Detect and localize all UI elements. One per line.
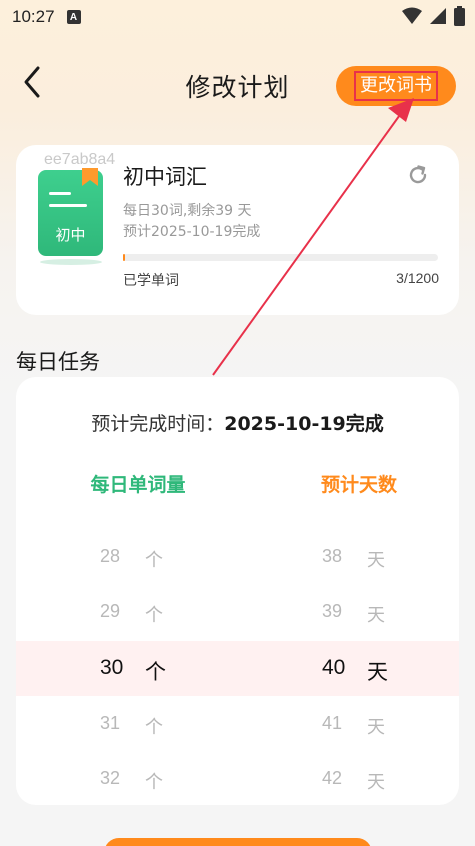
words-value: 32	[100, 768, 121, 788]
finish-info: 预计2025-10-19完成	[123, 224, 261, 240]
picker-row[interactable]: 32 个 42 天	[16, 752, 459, 805]
watermark-text: ee7ab8a4	[44, 151, 116, 168]
word-unit: 个	[145, 605, 163, 626]
day-unit: 天	[367, 717, 385, 738]
change-book-button[interactable]: 更改词书	[336, 66, 456, 106]
words-per-day-header: 每日单词量	[90, 474, 186, 496]
cover-text: 初中	[55, 226, 86, 244]
day-unit: 天	[367, 550, 385, 571]
word-unit: 个	[145, 660, 166, 684]
day-unit: 天	[367, 660, 388, 684]
bookmark-icon	[82, 168, 98, 186]
progress-bar	[123, 254, 438, 261]
status-bar: 10:27 A	[0, 0, 475, 34]
cover-line	[49, 192, 71, 195]
words-value: 28	[100, 546, 121, 566]
word-unit: 个	[145, 550, 163, 571]
word-unit: 个	[145, 772, 163, 793]
battery-icon	[454, 6, 465, 26]
cover-line	[49, 204, 87, 207]
section-title-daily-task: 每日任务	[16, 350, 100, 374]
refresh-icon[interactable]	[406, 163, 430, 187]
days-value: 39	[322, 601, 343, 621]
day-unit: 天	[367, 772, 385, 793]
picker-row[interactable]: 31 个 41 天	[16, 697, 459, 752]
change-book-label: 更改词书	[354, 71, 438, 101]
progress-fill	[123, 254, 125, 261]
words-value: 29	[100, 601, 121, 621]
daily-task-card: 预计完成时间：2025-10-19完成 每日单词量 预计天数 28 个 38 天 29 个…	[16, 377, 459, 805]
picker-row[interactable]: 29 个 39 天	[16, 585, 459, 640]
notification-icon: A	[66, 10, 81, 24]
cover-shadow	[40, 259, 102, 265]
book-cover: 初中	[38, 168, 103, 256]
book-title: 初中词汇	[123, 165, 207, 189]
words-value: 31	[100, 713, 121, 733]
picker-row[interactable]: 30 个 40 天	[16, 641, 459, 696]
picker-row[interactable]: 28 个 38 天	[16, 530, 459, 585]
days-value: 38	[322, 546, 343, 566]
word-unit: 个	[145, 717, 163, 738]
learned-label: 已学单词	[123, 273, 179, 289]
days-value: 41	[322, 713, 343, 733]
book-card: ee7ab8a4 初中 初中词汇 每日30词,剩余39 天 预计2025-10-…	[16, 145, 459, 315]
finish-prefix: 预计完成时间：	[91, 413, 225, 435]
words-value: 30	[100, 656, 124, 679]
status-time: 10:27	[12, 7, 55, 26]
day-unit: 天	[367, 605, 385, 626]
wifi-icon	[402, 7, 422, 24]
days-value: 40	[322, 656, 346, 679]
estimated-finish: 预计完成时间：2025-10-19完成	[16, 409, 459, 436]
daily-info: 每日30词,剩余39 天	[123, 203, 252, 219]
days-value: 42	[322, 768, 343, 788]
signal-icon	[430, 8, 446, 24]
learned-count: 3/1200	[396, 270, 439, 286]
status-icons	[402, 6, 465, 26]
finish-date: 2025-10-19完成	[224, 413, 384, 435]
estimated-days-header: 预计天数	[320, 474, 397, 496]
nav-bar: 修改计划 更改词书	[0, 56, 475, 112]
confirm-button[interactable]	[104, 838, 372, 846]
